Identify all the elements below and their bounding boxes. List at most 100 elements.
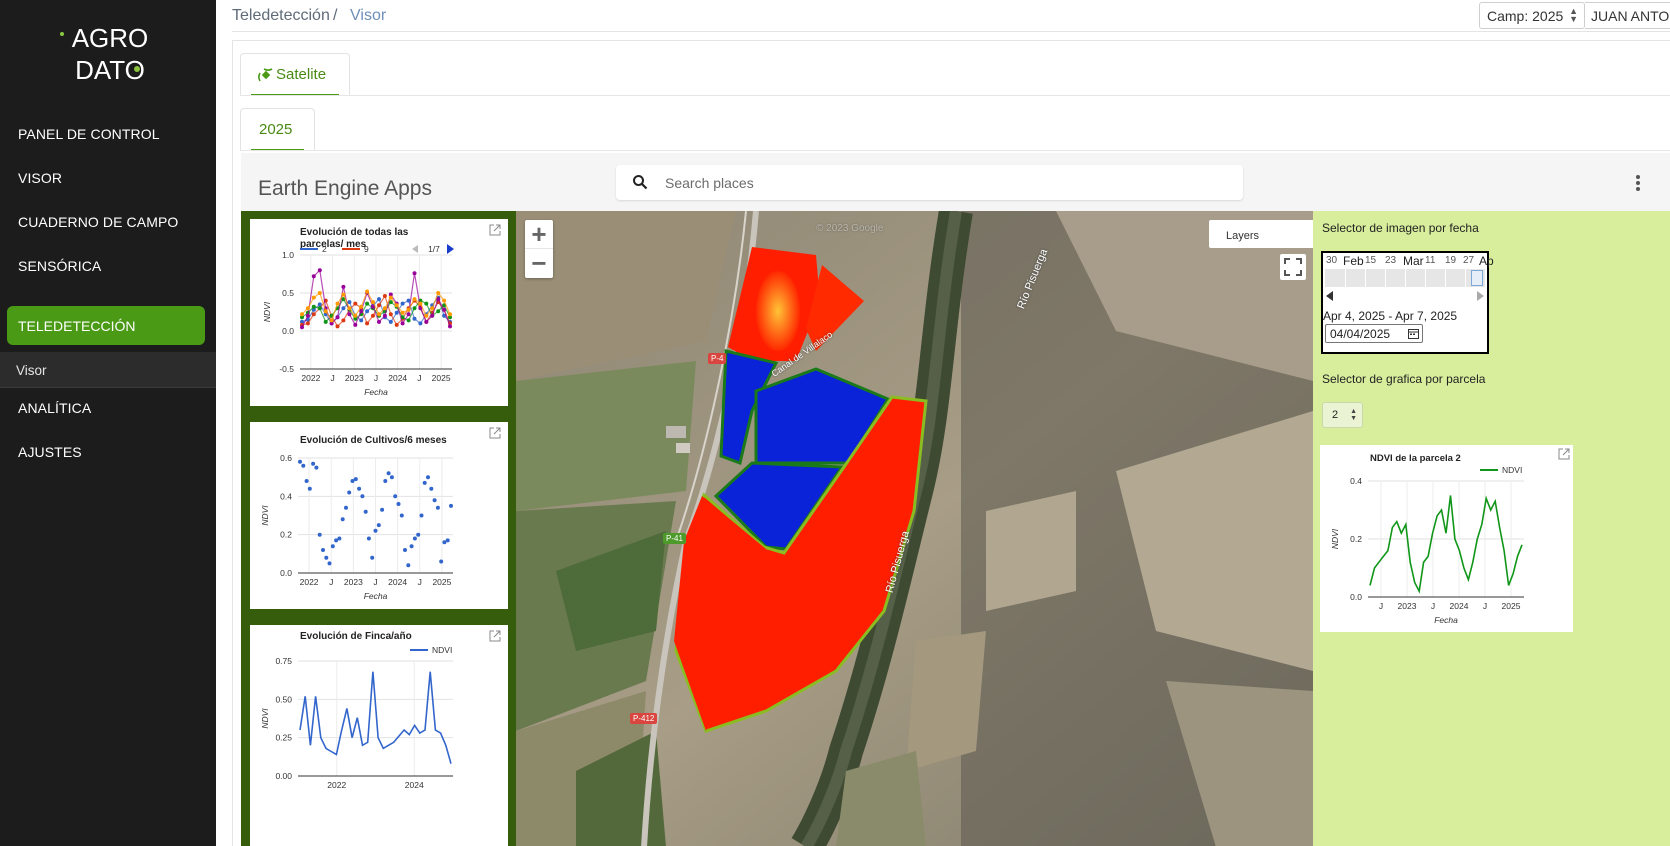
y-tick-label: 0.6	[280, 453, 292, 463]
data-point	[449, 503, 453, 508]
tab-year-2025[interactable]: 2025	[240, 108, 315, 151]
y-tick-label: 1.0	[282, 250, 294, 260]
x-tick-label: 2023	[1398, 601, 1417, 611]
x-tick-label: 2025	[432, 373, 451, 383]
search-places-box[interactable]	[616, 165, 1243, 200]
data-point	[439, 559, 444, 564]
parcel-select-value: 2	[1332, 409, 1339, 421]
top-bar: Teledetección / Visor	[232, 0, 1670, 32]
scroll-left-icon[interactable]	[1326, 291, 1333, 301]
data-point	[419, 513, 424, 518]
data-point	[311, 461, 316, 466]
y-axis-label: NDVI	[260, 505, 270, 526]
y-tick-label: 0.4	[1350, 476, 1362, 486]
agrodato-logo[interactable]: AGRO DATO	[40, 22, 180, 92]
tab-satelite-label: Satelite	[276, 66, 327, 83]
data-point	[344, 505, 348, 510]
y-tick-label: 0.00	[275, 771, 292, 781]
satellite-map[interactable]: © 2023 Google P-4 P-41 P-412 Río Pisuerg…	[516, 211, 1313, 846]
zoom-in-button[interactable]: +	[525, 220, 553, 249]
data-point	[330, 544, 335, 549]
nav-visor[interactable]: VISOR	[18, 170, 62, 186]
chart-ndvi-parcela: NDVI de la parcela 2 0.4 0.2 0.0 J 2023 J 2024…	[1320, 445, 1573, 632]
nav-ajustes[interactable]: AJUSTES	[18, 444, 82, 460]
camp-select-value: Camp: 2025	[1487, 8, 1564, 24]
data-point	[403, 548, 407, 552]
data-point	[317, 532, 322, 537]
y-tick-label: 0.50	[275, 694, 292, 704]
more-options-icon[interactable]	[1636, 175, 1642, 193]
nav-subitem-visor-label: Visor	[16, 363, 47, 378]
data-point	[406, 563, 411, 568]
x-tick-label: 2024	[388, 577, 407, 587]
tab-year-label: 2025	[259, 121, 293, 138]
date-input[interactable]: 04/04/2025	[1325, 324, 1423, 343]
series-line	[1369, 495, 1523, 594]
y-axis-label: NDVI	[262, 301, 272, 322]
x-tick-label: 2024	[1450, 601, 1469, 611]
nav-cuaderno-de-campo[interactable]: CUADERNO DE CAMPO	[18, 214, 178, 230]
chart-plot: 1.0 0.5 0.0 -0.5 2022 J 2023 J 2024 J 2025 NDVI Fech…	[262, 244, 454, 397]
data-point	[307, 486, 312, 491]
scroll-right-icon[interactable]	[1477, 291, 1484, 301]
data-point	[337, 536, 342, 541]
road-label: P-41	[663, 533, 686, 544]
charts-panel: Evolución de todas las parcelas/ mes 1.0…	[241, 211, 517, 846]
layers-button[interactable]: Layers	[1209, 220, 1313, 248]
x-tick-label: J	[329, 577, 333, 587]
breadcrumb-separator: /	[333, 7, 338, 24]
data-point	[380, 507, 385, 512]
y-tick-label: 0.4	[280, 491, 292, 501]
stepper-arrows-icon: ▲ ▼	[1350, 408, 1357, 422]
y-tick-label: 0.0	[1350, 592, 1362, 602]
nav-analitica[interactable]: ANALÍTICA	[18, 400, 91, 416]
x-tick-label: 2022	[300, 577, 319, 587]
data-point	[393, 494, 398, 499]
data-point	[370, 555, 375, 560]
nav-teledeteccion[interactable]: TELEDETECCIÓN	[7, 306, 205, 345]
camp-select[interactable]: Camp: 2025 ▲ ▼	[1479, 2, 1585, 29]
date-scroll-arrows	[1326, 291, 1484, 301]
breadcrumb-teledeteccion[interactable]: Teledetección	[232, 7, 330, 25]
y-tick-label: 0.2	[280, 530, 292, 540]
tab-satelite[interactable]: Satelite	[240, 53, 350, 96]
y-axis-label: NDVI	[260, 708, 270, 729]
nav-subitem-visor[interactable]: Visor	[0, 352, 216, 388]
y-axis-label: NDVI	[1330, 528, 1340, 549]
x-tick-label: 2025	[432, 577, 451, 587]
map-imagery	[516, 211, 1313, 846]
search-places-input[interactable]	[665, 171, 1225, 194]
data-point	[301, 463, 306, 468]
x-axis-label: Fecha	[1434, 615, 1458, 625]
date-slider-handle[interactable]	[1471, 270, 1483, 286]
x-axis-label: Fecha	[364, 591, 388, 601]
nav-panel-de-control[interactable]: PANEL DE CONTROL	[18, 126, 160, 142]
user-name: JUAN ANTONIO	[1591, 8, 1670, 24]
x-tick-label: 2022	[301, 373, 320, 383]
data-point	[429, 486, 434, 491]
y-tick-label: 0.0	[280, 568, 292, 578]
fullscreen-button[interactable]	[1280, 254, 1306, 280]
y-tick-label: 0.75	[275, 656, 292, 666]
y-tick-label: 0.2	[1350, 534, 1362, 544]
zoom-out-button[interactable]: −	[525, 249, 553, 278]
data-point	[298, 459, 302, 464]
ee-title: Earth Engine Apps	[258, 177, 432, 200]
sidebar: AGRO DATO PANEL DE CONTROL VISOR CUADERN…	[0, 0, 216, 846]
nav-sensorica[interactable]: SENSÓRICA	[18, 258, 101, 274]
chart-plot: 0.6 0.4 0.2 0.0 2022 J 2023 J 2024 J 2025 NDVI Fecha	[260, 453, 453, 601]
legend-label: NDVI	[432, 645, 452, 655]
y-tick-label: 0.5	[282, 288, 294, 298]
parcel-select[interactable]: 2 ▲ ▼	[1322, 402, 1363, 428]
x-tick-label: J	[1431, 601, 1435, 611]
calendar-icon[interactable]	[1408, 328, 1419, 339]
x-tick-label: 2023	[345, 373, 364, 383]
x-tick-label: 2024	[405, 780, 424, 790]
y-tick-label: 0.0	[282, 326, 294, 336]
data-point	[357, 486, 362, 491]
date-slider[interactable]: 30 Feb 15 23 Mar 11 19 27 Ap Apr 4, 2025…	[1321, 251, 1494, 354]
x-tick-label: 2024	[388, 373, 407, 383]
date-track[interactable]	[1325, 269, 1485, 287]
data-point	[363, 509, 368, 514]
user-menu[interactable]: JUAN ANTONIO	[1585, 2, 1670, 29]
